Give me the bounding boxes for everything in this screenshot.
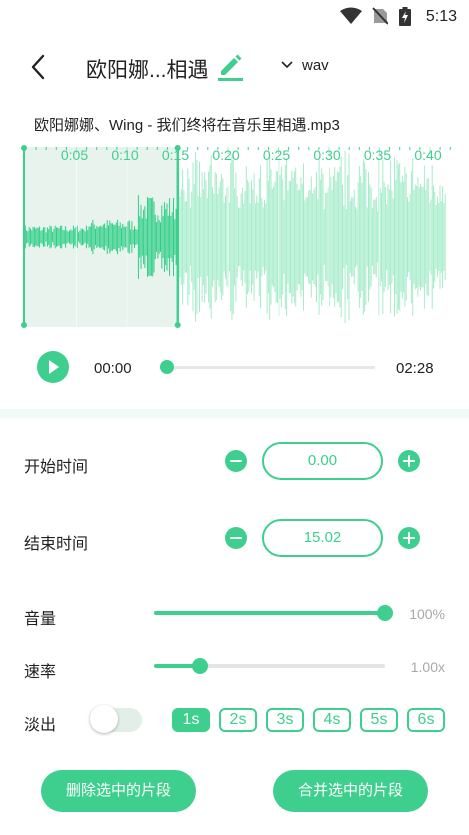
end-handle-top[interactable] [174,145,181,151]
start-handle-bottom[interactable] [21,322,27,328]
back-arrow-icon [31,54,45,80]
audio-player: 00:00 02:28 [0,345,469,393]
minus-icon [230,460,242,463]
fade-option-4s[interactable]: 4s [313,708,351,732]
page-title: 欧阳娜...相遇 [86,59,209,82]
time-mark-label: 0:30 [313,147,340,163]
start-time-decrease-button[interactable] [225,450,247,472]
waveform-editor[interactable]: 0:05 0:10 0:15 0:20 0:25 0:30 0:35 0:40 [0,142,469,334]
chevron-down-icon [281,61,293,69]
no-sim-icon [372,7,388,25]
end-time-decrease-button[interactable] [225,527,247,549]
volume-thumb[interactable] [377,605,393,621]
status-bar: 5:13 [0,0,469,34]
fade-option-3s[interactable]: 3s [266,708,304,732]
start-handle-top[interactable] [21,145,27,151]
speed-slider[interactable] [154,658,385,674]
time-mark-label: 0:20 [212,147,239,163]
fade-option-5s[interactable]: 5s [360,708,398,732]
end-time-increase-button[interactable] [398,527,420,549]
pencil-icon [218,54,243,81]
seek-bar[interactable] [160,360,375,374]
time-mark-label: 0:35 [364,147,391,163]
delete-selection-button[interactable]: 删除选中的片段 [41,770,196,812]
back-button[interactable] [24,50,54,84]
time-mark-label: 0:10 [111,147,138,163]
seek-thumb[interactable] [160,360,174,374]
fade-option-6s[interactable]: 6s [407,708,445,732]
section-divider [0,409,469,418]
play-button[interactable] [37,351,69,383]
fade-option-1s[interactable]: 1s [172,708,210,732]
title-bar: 欧阳娜...相遇 wav [0,40,469,96]
minus-icon [230,537,242,540]
current-time: 00:00 [94,360,132,377]
volume-value: 100% [409,606,445,622]
fade-duration-options: 1s 2s 3s 4s 5s 6s [172,708,448,732]
end-time-label: 结束时间 [24,536,89,553]
volume-slider[interactable] [154,605,393,621]
format-dropdown[interactable]: wav [276,54,346,80]
time-mark-label: 0:05 [61,147,88,163]
fade-option-2s[interactable]: 2s [219,708,257,732]
speed-label: 速率 [24,664,57,681]
status-time: 5:13 [425,8,457,25]
start-time-input[interactable]: 0.00 [262,442,383,480]
play-icon [49,360,59,374]
speed-thumb[interactable] [192,658,209,674]
start-time-label: 开始时间 [24,459,89,476]
fade-out-toggle[interactable] [90,705,142,733]
file-name: 欧阳娜娜、Wing - 我们终将在音乐里相遇.mp3 [34,117,340,134]
format-label: wav [302,57,329,74]
toggle-knob [90,705,118,733]
total-time: 02:28 [396,360,434,377]
fade-out-label: 淡出 [24,717,57,734]
time-mark-label: 0:25 [263,147,290,163]
end-handle-bottom[interactable] [174,322,181,328]
start-time-increase-button[interactable] [398,450,420,472]
merge-selection-button[interactable]: 合并选中的片段 [273,770,428,812]
volume-label: 音量 [24,611,57,628]
battery-charging-icon [399,7,411,26]
volume-fill [154,611,385,615]
end-time-input[interactable]: 15.02 [262,519,383,557]
speed-value: 1.00x [410,659,445,675]
wifi-icon [340,7,362,24]
rename-button[interactable] [214,50,246,82]
time-mark-label: 0:40 [414,147,441,163]
